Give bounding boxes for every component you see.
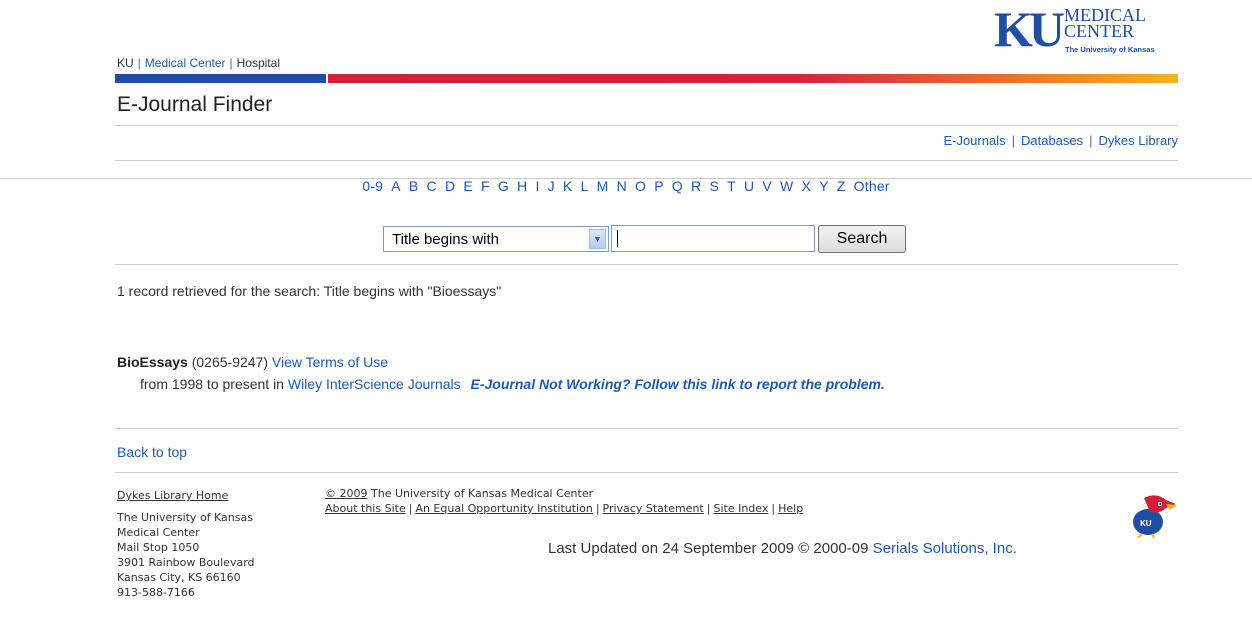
separator: | (408, 502, 413, 515)
jayhawk-mascot-icon: KU (1126, 492, 1178, 539)
divider (115, 160, 1178, 161)
equal-opportunity-link[interactable]: An Equal Opportunity Institution (415, 502, 592, 515)
address-line: Medical Center (117, 526, 200, 539)
svg-text:KU: KU (1140, 519, 1152, 528)
logo-line2: CENTER (1064, 21, 1134, 41)
alpha-link-s[interactable]: S (709, 178, 719, 194)
alpha-link-g[interactable]: G (498, 178, 509, 194)
search-button[interactable]: Search (818, 225, 906, 253)
alpha-link-i[interactable]: I (535, 178, 539, 194)
help-link[interactable]: Help (778, 502, 803, 515)
alpha-link-0-9[interactable]: 0-9 (362, 178, 383, 194)
color-bar-gradient (328, 74, 1178, 83)
alpha-link-c[interactable]: C (427, 178, 437, 194)
separator: | (771, 502, 776, 515)
alpha-link-q[interactable]: Q (672, 178, 683, 194)
hospital-link[interactable]: Hospital (237, 56, 280, 70)
address-line: Mail Stop 1050 (117, 541, 200, 554)
address-line: 3901 Rainbow Boulevard (117, 556, 255, 569)
journal-record: BioEssays (0265-9247) View Terms of Use … (117, 351, 885, 395)
ku-link[interactable]: KU (117, 56, 134, 70)
separator: | (706, 502, 711, 515)
alpha-link-p[interactable]: P (654, 178, 664, 194)
chevron-down-icon[interactable]: ▼ (589, 229, 606, 249)
results-summary: 1 record retrieved for the search: Title… (117, 283, 502, 299)
medical-center-link[interactable]: Medical Center (145, 56, 226, 70)
alpha-link-other[interactable]: Other (854, 178, 890, 194)
provider-link[interactable]: Wiley InterScience Journals (288, 376, 461, 392)
search-type-select[interactable]: Title begins with ▼ (383, 226, 609, 252)
alpha-link-k[interactable]: K (563, 178, 573, 194)
color-bar-blue (115, 74, 326, 83)
copyright-link[interactable]: © 2009 (325, 487, 368, 500)
coverage-text: from 1998 to present in (140, 376, 284, 392)
alpha-link-l[interactable]: L (581, 178, 589, 194)
separator: | (1089, 133, 1093, 148)
alpha-link-h[interactable]: H (517, 178, 527, 194)
alphabet-nav: 0-9 A B C D E F G H I J K L M N O P Q R … (0, 178, 1252, 194)
logo-medical-center-text: MEDICAL CENTER (1064, 6, 1146, 41)
alpha-link-d[interactable]: D (445, 178, 455, 194)
alpha-link-t[interactable]: T (727, 178, 736, 194)
address-line: The University of Kansas (117, 511, 253, 524)
logo-ku-text: KU (994, 1, 1065, 57)
separator: | (137, 56, 141, 70)
separator: | (595, 502, 600, 515)
back-to-top-link[interactable]: Back to top (117, 444, 187, 460)
nav-links: E-Journals | Databases | Dykes Library (943, 133, 1178, 148)
header-color-bar (115, 74, 1178, 83)
separator: | (229, 56, 233, 70)
search-type-value: Title begins with (392, 231, 499, 248)
alpha-link-f[interactable]: F (481, 178, 490, 194)
footer-links: © 2009 The University of Kansas Medical … (325, 486, 803, 516)
journal-issn: (0265-9247) (191, 354, 268, 370)
last-updated-text: Last Updated on 24 September 2009 © 2000… (548, 540, 869, 557)
alpha-link-o[interactable]: O (635, 178, 646, 194)
copyright-line: © 2009 The University of Kansas Medical … (325, 486, 803, 501)
alpha-link-x[interactable]: X (802, 178, 812, 194)
report-problem-link[interactable]: E-Journal Not Working? Follow this link … (471, 376, 885, 392)
view-terms-link[interactable]: View Terms of Use (272, 354, 388, 370)
top-links: KU | Medical Center | Hospital (117, 56, 280, 70)
alpha-link-w[interactable]: W (780, 178, 793, 194)
alpha-link-a[interactable]: A (391, 178, 401, 194)
nav-dykes-library-link[interactable]: Dykes Library (1099, 133, 1178, 148)
journal-title: BioEssays (117, 354, 188, 370)
nav-ejournals-link[interactable]: E-Journals (943, 133, 1005, 148)
alpha-link-z[interactable]: Z (837, 178, 846, 194)
divider (115, 125, 1178, 126)
alpha-link-e[interactable]: E (463, 178, 473, 194)
search-input[interactable] (611, 225, 815, 252)
address-line: Kansas City, KS 66160 (117, 571, 241, 584)
dykes-library-home-link[interactable]: Dykes Library Home (117, 488, 255, 503)
alpha-link-j[interactable]: J (548, 178, 555, 194)
last-updated: Last Updated on 24 September 2009 © 2000… (548, 540, 1017, 557)
site-index-link[interactable]: Site Index (713, 502, 768, 515)
logo-university-text: The University of Kansas (1065, 45, 1155, 54)
footer-address: Dykes Library Home The University of Kan… (117, 488, 255, 600)
footer-link-row: About this Site | An Equal Opportunity Ins… (325, 501, 803, 516)
record-line-2: from 1998 to present in Wiley InterScien… (117, 373, 885, 395)
privacy-statement-link[interactable]: Privacy Statement (603, 502, 704, 515)
page-title: E-Journal Finder (117, 93, 273, 116)
address-line: 913-588-7166 (117, 586, 195, 599)
alpha-link-m[interactable]: M (597, 178, 609, 194)
record-line-1: BioEssays (0265-9247) View Terms of Use (117, 351, 885, 373)
about-site-link[interactable]: About this Site (325, 502, 406, 515)
separator: | (1011, 133, 1015, 148)
divider (115, 428, 1178, 429)
alpha-link-v[interactable]: V (762, 178, 772, 194)
alpha-link-b[interactable]: B (409, 178, 419, 194)
alpha-link-u[interactable]: U (744, 178, 754, 194)
text-cursor (617, 230, 618, 247)
divider (115, 472, 1178, 473)
alpha-link-n[interactable]: N (617, 178, 627, 194)
ku-medical-center-logo[interactable]: KU MEDICAL CENTER The University of Kans… (994, 1, 1180, 63)
alpha-link-r[interactable]: R (691, 178, 701, 194)
nav-databases-link[interactable]: Databases (1021, 133, 1083, 148)
alpha-link-y[interactable]: Y (819, 178, 829, 194)
copyright-text: The University of Kansas Medical Center (367, 487, 594, 500)
serials-solutions-link[interactable]: Serials Solutions, Inc. (873, 540, 1017, 557)
divider (115, 264, 1178, 265)
